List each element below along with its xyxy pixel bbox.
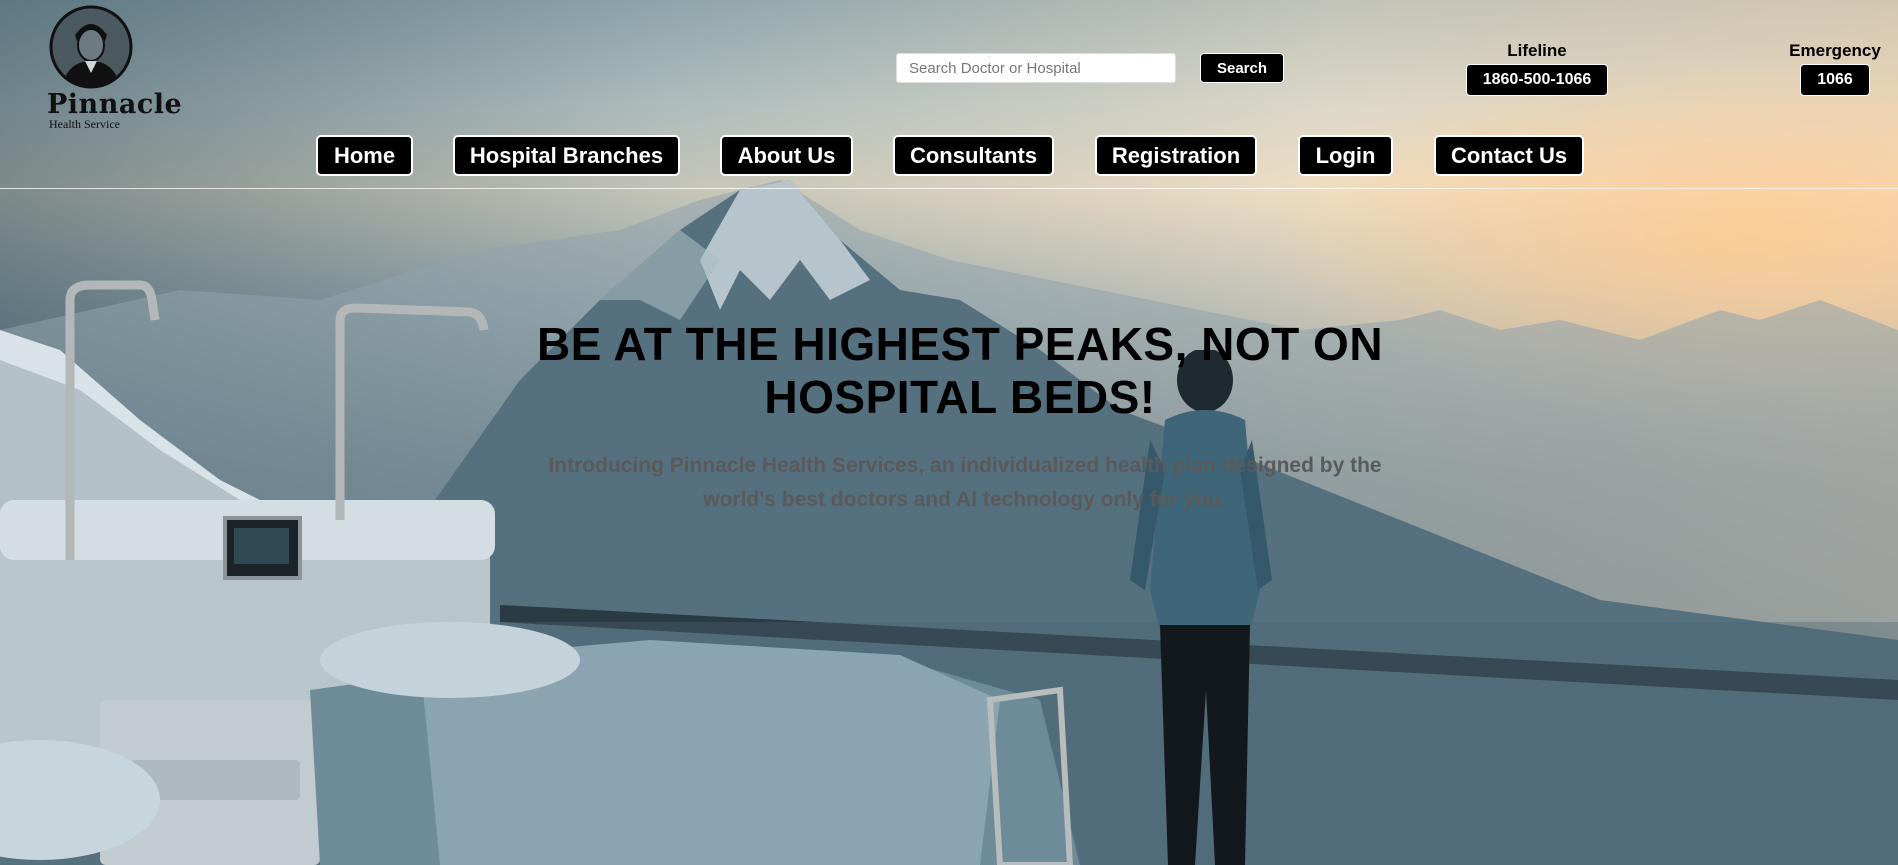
header-divider: [0, 188, 1898, 189]
brand-tagline: Health Service: [49, 117, 120, 131]
emergency-number-button[interactable]: 1066: [1800, 64, 1870, 96]
lifeline-label: Lifeline: [1507, 41, 1567, 60]
brand-logo[interactable]: Pinnacle Health Service: [47, 5, 187, 130]
emergency-label: Emergency: [1789, 41, 1881, 60]
hero-background-image: [0, 0, 1898, 865]
nav-contact-us[interactable]: Contact Us: [1434, 135, 1584, 176]
hero-subtitle-line-2: world's best doctors and AI technology o…: [703, 488, 1227, 511]
search-input[interactable]: [896, 53, 1176, 83]
hero-title: BE AT THE HIGHEST PEAKS, NOT ON HOSPITAL…: [450, 318, 1470, 424]
search-button[interactable]: Search: [1200, 53, 1284, 83]
nav-consultants[interactable]: Consultants: [893, 135, 1054, 176]
nav-home[interactable]: Home: [316, 135, 413, 176]
hero-title-line-1: BE AT THE HIGHEST PEAKS, NOT ON: [536, 318, 1384, 370]
doctor-portrait-icon: [49, 5, 133, 89]
brand-name: Pinnacle: [47, 89, 183, 120]
nav-login[interactable]: Login: [1298, 135, 1393, 176]
nav-registration[interactable]: Registration: [1095, 135, 1257, 176]
hero-title-line-2: HOSPITAL BEDS!: [764, 371, 1156, 423]
mountain-landscape-illustration: [0, 180, 1898, 865]
nav-hospital-branches[interactable]: Hospital Branches: [453, 135, 680, 176]
man-standing-figure: [1130, 350, 1272, 865]
lifeline-number-button[interactable]: 1860-500-1066: [1465, 64, 1609, 96]
hero-subtitle-line-1: Introducing Pinnacle Health Services, an…: [548, 454, 1382, 477]
nav-about-us[interactable]: About Us: [720, 135, 853, 176]
emergency-contact: Emergency 1066: [1787, 42, 1883, 96]
lifeline-contact: Lifeline 1860-500-1066: [1464, 42, 1610, 96]
hero-subtitle: Introducing Pinnacle Health Services, an…: [520, 449, 1410, 517]
